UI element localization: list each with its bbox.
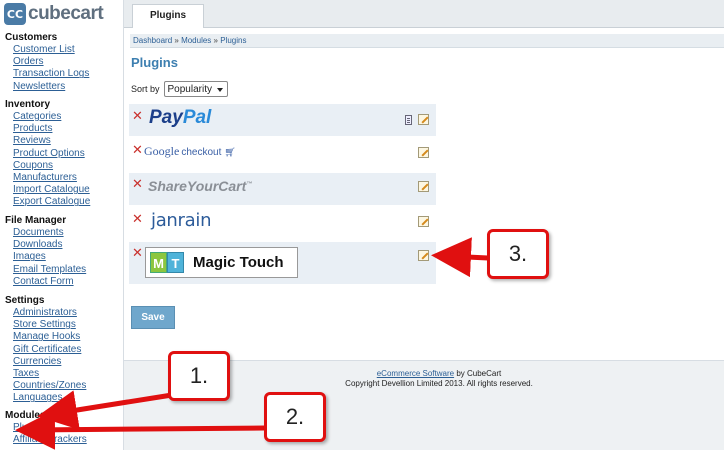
arrow-2 (15, 409, 265, 450)
callout-2: 2. (264, 392, 326, 442)
arrow-3 (431, 237, 489, 278)
arrow-1 (37, 390, 173, 430)
callout-3: 3. (487, 229, 549, 279)
annotation-arrows (15, 237, 489, 450)
callout-1: 1. (168, 351, 230, 401)
